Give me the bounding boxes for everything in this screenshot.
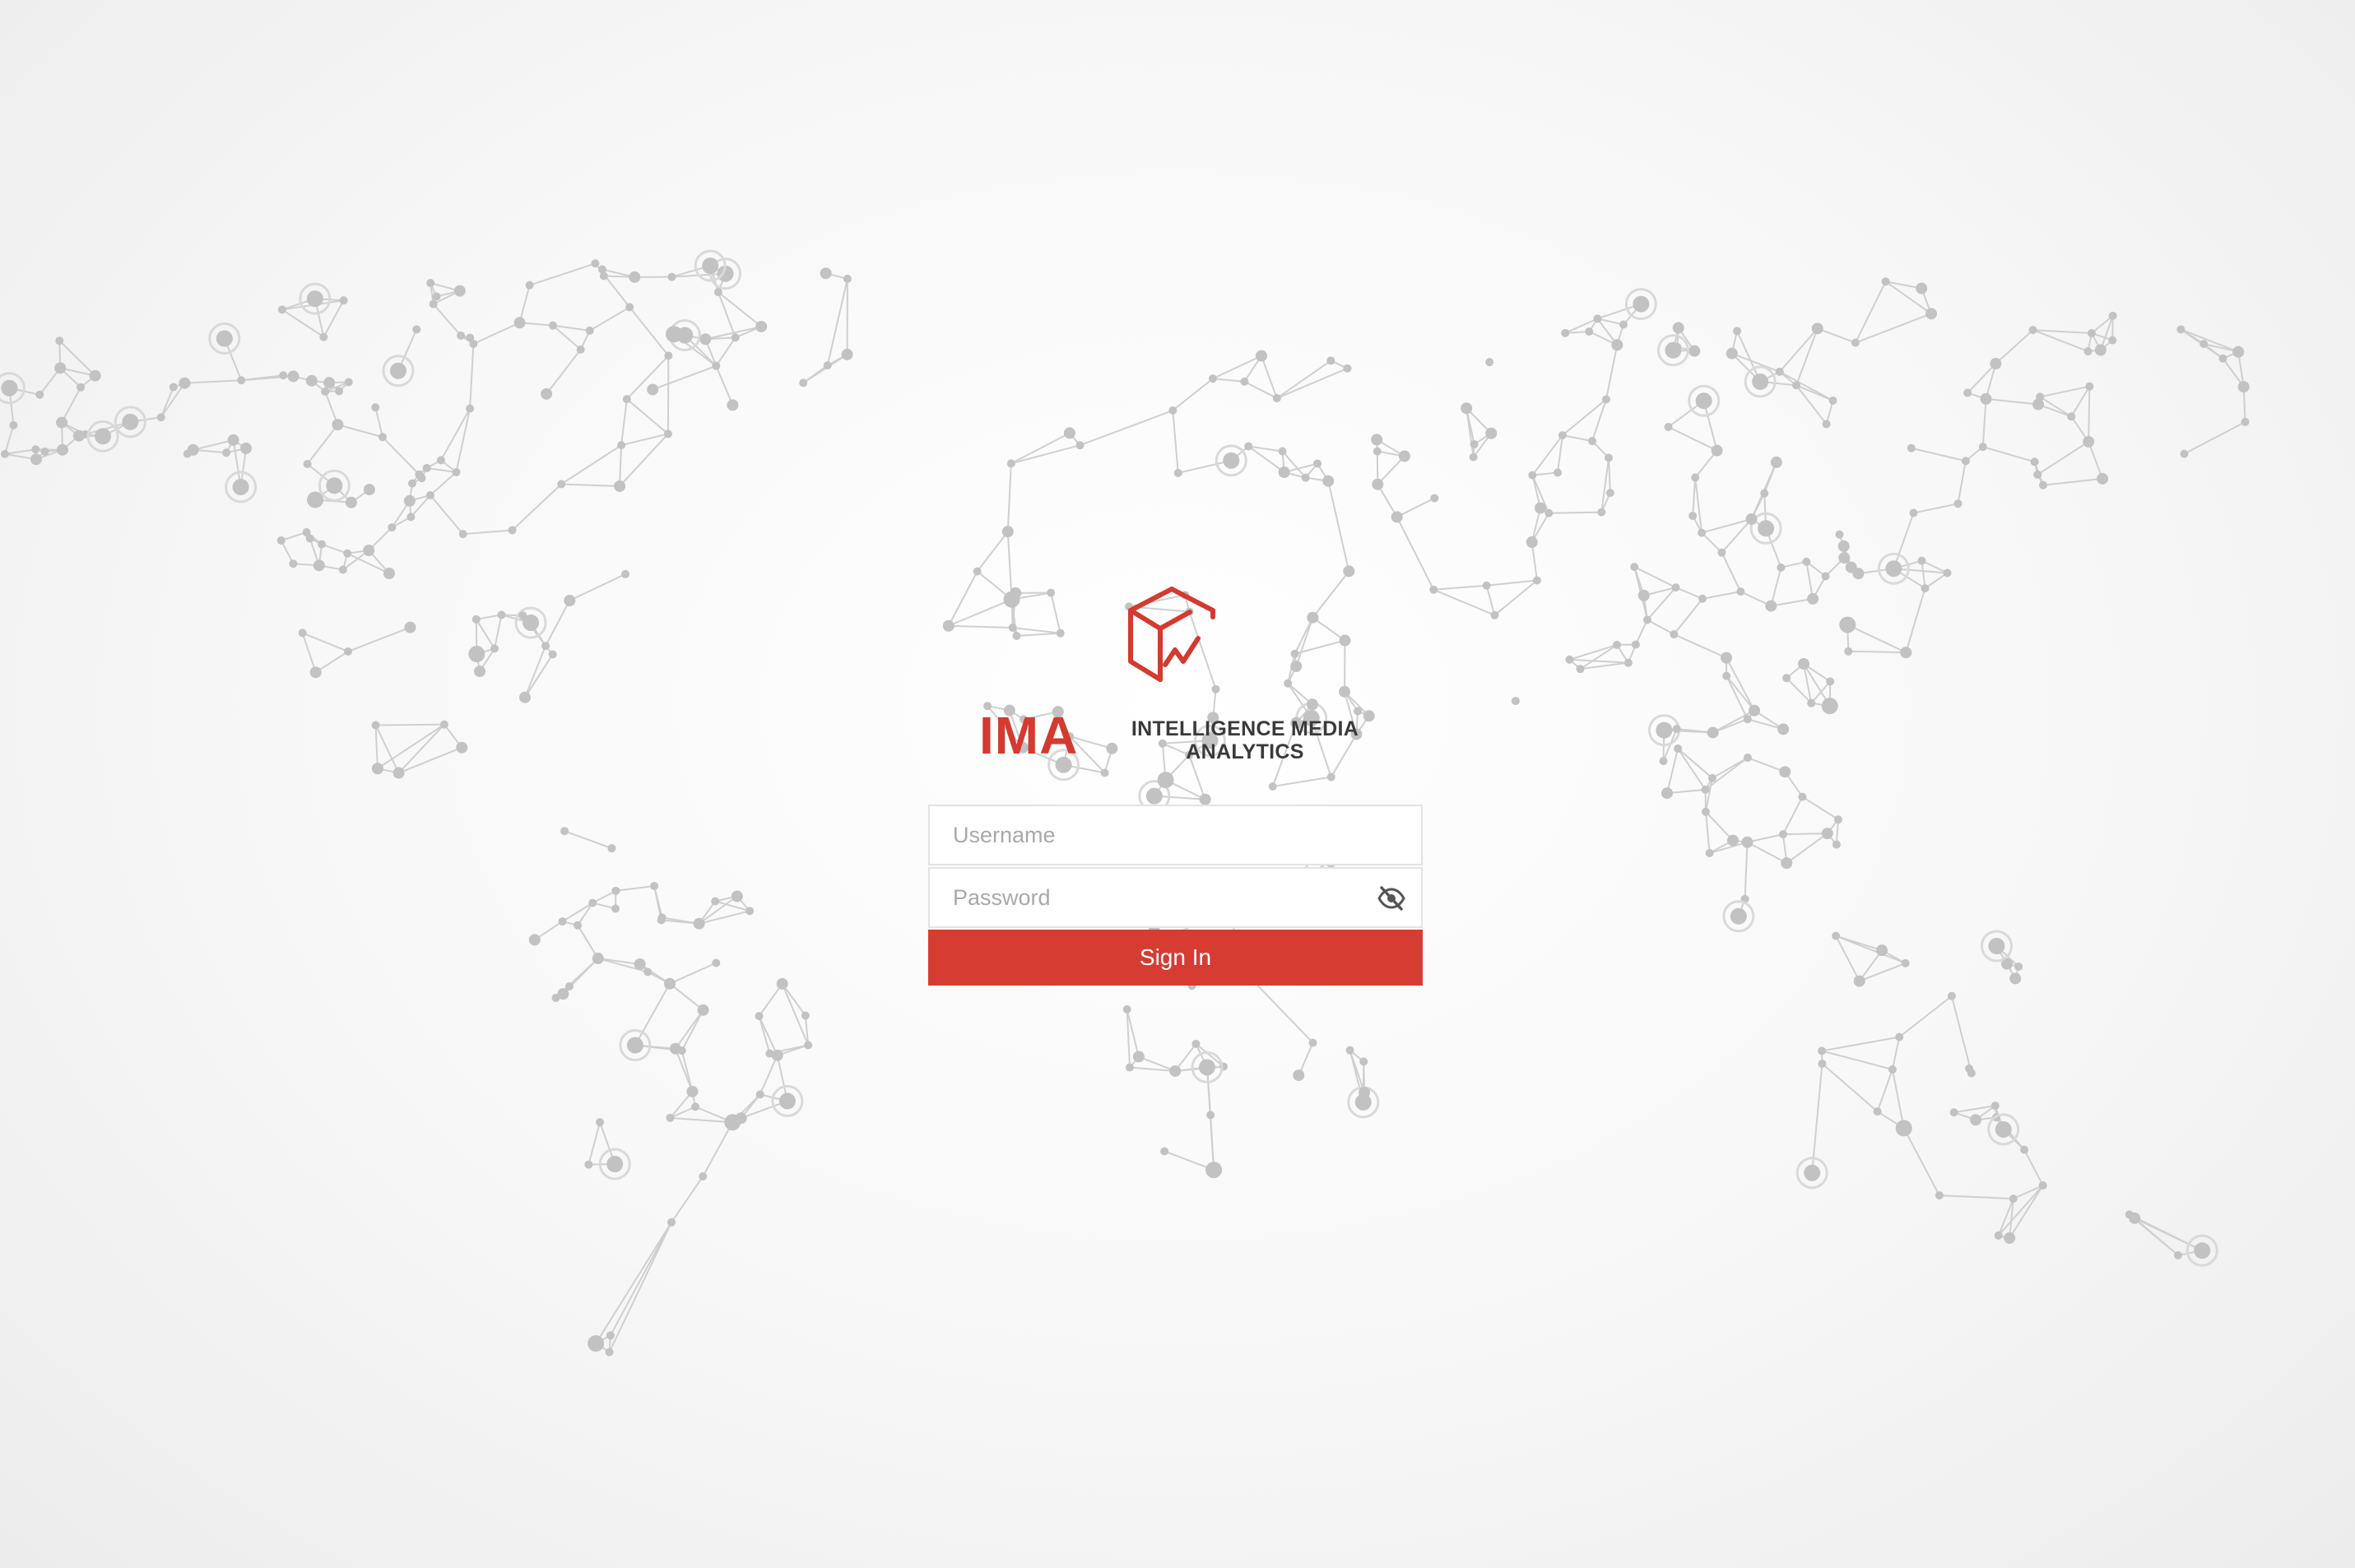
world-network-map-background [0, 249, 2250, 1357]
username-input[interactable] [930, 806, 1421, 864]
login-form: Sign In [928, 805, 1423, 986]
eye-slash-icon[interactable] [1377, 885, 1406, 912]
brand-abbreviation: IMA [979, 706, 1079, 765]
username-field-container [928, 805, 1423, 865]
brand-name: INTELLIGENCE MEDIA ANALYTICS [1131, 717, 1359, 763]
password-field-container [928, 867, 1423, 928]
cube-chart-logo-icon [1128, 587, 1215, 682]
sign-in-button[interactable]: Sign In [928, 930, 1423, 986]
network-nodes [0, 249, 2250, 1357]
password-input[interactable] [930, 869, 1421, 926]
brand-logo: IMA INTELLIGENCE MEDIA ANALYTICS [971, 586, 1382, 775]
